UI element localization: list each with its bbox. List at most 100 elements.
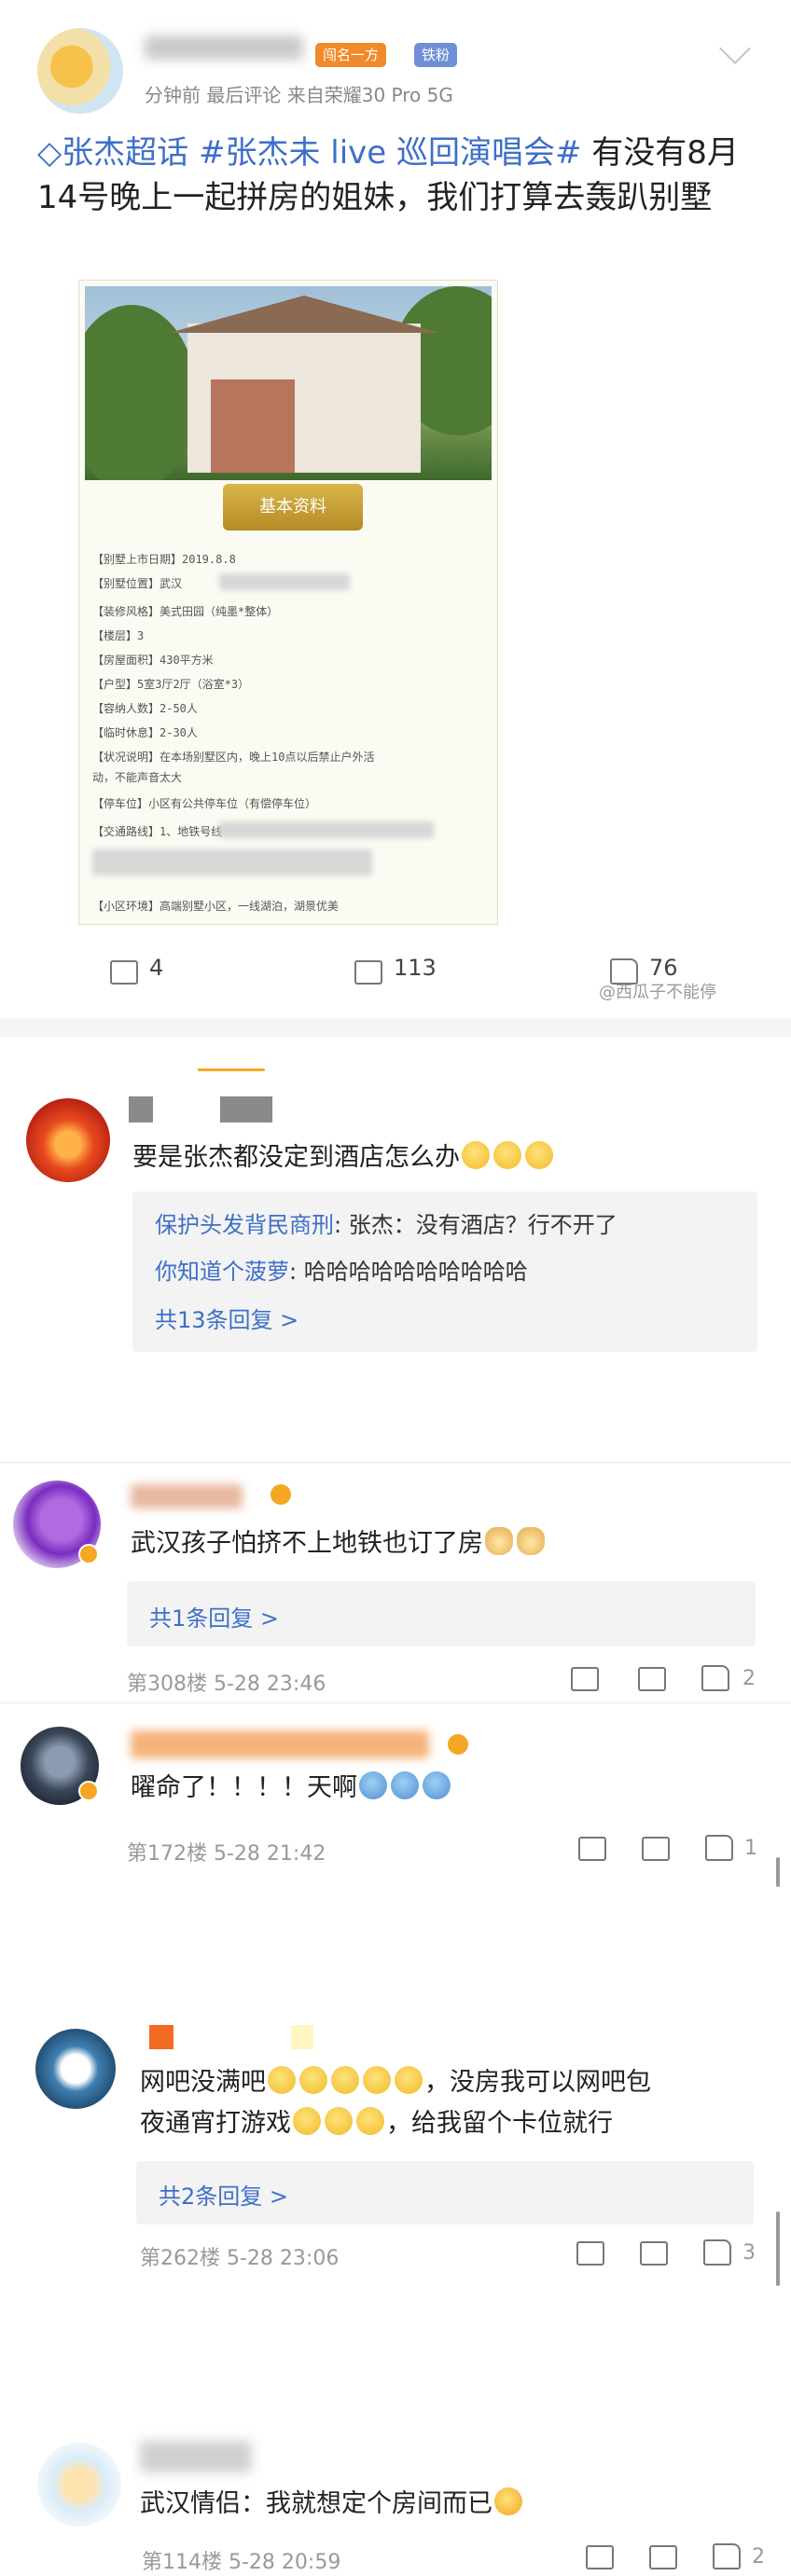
laugh-cry-emoji-icon (494, 2487, 522, 2515)
verified-badge-icon (78, 1781, 99, 1801)
emoji-icon (268, 2066, 296, 2094)
villa-info-line: 【装修风格】美式田园（纯墨*整体） (92, 605, 279, 618)
villa-roof (169, 296, 439, 333)
active-tab-indicator (198, 1068, 265, 1071)
share-icon[interactable] (576, 2241, 604, 2266)
cold-emoji-icon (391, 1771, 419, 1799)
watermark: @西瓜子不能停 (599, 983, 716, 1002)
comment-icon[interactable] (354, 960, 382, 985)
like-icon[interactable] (703, 2239, 731, 2266)
redacted-name-block (129, 1096, 153, 1123)
comment-meta: 第114楼 5-28 20:59 (142, 2551, 341, 2574)
doge-emoji-icon (517, 1527, 545, 1555)
commenter-avatar[interactable] (37, 2443, 121, 2527)
comment-count: 113 (394, 955, 437, 981)
emoji-icon (331, 2066, 359, 2094)
comment-icon[interactable] (640, 2241, 668, 2266)
villa-info-line: 【别墅位置】武汉 (92, 577, 183, 590)
divider (0, 1462, 791, 1463)
cold-emoji-icon (423, 1771, 451, 1799)
villa-info-line: 【状况说明】在本场别墅区内，晚上10点以后禁止户外活 (92, 751, 375, 764)
commenter-name[interactable] (140, 2441, 252, 2473)
comment-text: 曜命了！！！！天啊 (131, 1768, 452, 1809)
emoji-icon (293, 2107, 321, 2135)
view-replies-link[interactable]: 共13条回复 > (155, 1302, 298, 1334)
share-icon[interactable] (571, 1667, 599, 1691)
comment-text: 要是张杰都没定到酒店怎么办 (132, 1137, 555, 1178)
comment-text: 武汉情侣：我就想定个房间而已 (140, 2484, 524, 2525)
doge-emoji-icon (485, 1527, 513, 1555)
villa-info-line: 动，不能声音太大 (92, 771, 183, 784)
emoji-icon (462, 1141, 490, 1169)
section-divider (0, 1018, 791, 1037)
like-count: 2 (742, 1667, 756, 1690)
like-icon[interactable] (713, 2543, 741, 2569)
emoji-icon (525, 1141, 553, 1169)
reply-preview-box[interactable]: 共2条回复 > (136, 2161, 754, 2225)
like-icon[interactable] (701, 1665, 729, 1691)
verified-badge-icon (78, 1544, 99, 1564)
redacted-name-block (149, 2025, 173, 2049)
fan-crown-icon (448, 1734, 468, 1755)
villa-info-line: 【楼层】3 (92, 629, 145, 642)
commenter-avatar[interactable] (26, 1098, 110, 1182)
scrollbar[interactable] (776, 2211, 780, 2286)
fan-level-badge: 闯名一方 (315, 43, 387, 67)
villa-info-line: 【临时休息】2-30人 (92, 726, 198, 739)
redacted-name-block (220, 1096, 272, 1123)
divider (0, 1702, 791, 1703)
post-author-avatar[interactable] (37, 28, 123, 114)
comment-icon[interactable] (638, 1667, 666, 1691)
view-replies-link[interactable]: 共2条回复 > (159, 2178, 288, 2211)
view-replies-link[interactable]: 共1条回复 > (149, 1600, 279, 1632)
villa-photo (85, 286, 492, 480)
comment-meta: 第262楼 5-28 23:06 (140, 2247, 340, 2270)
comment-text: 网吧没满吧 ，没房我可以网吧包 夜通宵打游戏 ，给我留个卡位就行 (140, 2066, 651, 2138)
villa-info-line: 【停车位】小区有公共停车位（有偿停车位） (92, 797, 317, 810)
villa-info-line: 【小区环境】高端别墅小区，一线湖泊，湖景优美 (92, 900, 340, 913)
iron-fan-badge: 铁粉 (414, 43, 458, 67)
post-author-name[interactable] (145, 35, 303, 60)
villa-info-line: 【别墅上市日期】2019.8.8 (92, 553, 236, 566)
comment-text: 武汉孩子怕挤不上地铁也订了房 (131, 1523, 547, 1564)
post-body: ◇张杰超话 #张杰未 live 巡回演唱会# 有没有8月14号晚上一起拼房的姐妹… (37, 131, 756, 220)
fan-crown-icon (271, 1484, 291, 1505)
share-icon[interactable] (110, 960, 138, 985)
hashtag-link[interactable]: #张杰未 live 巡回演唱会# (199, 134, 582, 172)
emoji-icon (493, 1141, 521, 1169)
reply-item: 保护头发背民商刑: 张杰：没有酒店？行不开了 (155, 1212, 618, 1238)
commenter-name[interactable] (131, 1484, 243, 1508)
scrollbar[interactable] (776, 1857, 780, 1887)
share-icon[interactable] (578, 1837, 606, 1861)
comment-icon[interactable] (642, 1837, 670, 1861)
reply-author[interactable]: 你知道个菠萝 (155, 1259, 289, 1285)
post-meta: 分钟前 最后评论 来自荣耀30 Pro 5G (145, 84, 453, 106)
diamond-icon: ◇ (37, 134, 62, 172)
emoji-icon (363, 2066, 391, 2094)
reply-preview-box[interactable]: 共1条回复 > (127, 1581, 756, 1646)
like-count: 3 (742, 2241, 756, 2265)
chevron-down-icon[interactable] (719, 33, 751, 64)
share-icon[interactable] (586, 2545, 614, 2569)
commenter-avatar[interactable] (35, 2029, 116, 2109)
reply-item: 你知道个菠萝: 哈哈哈哈哈哈哈哈哈哈 (155, 1259, 528, 1285)
comment-meta: 第308楼 5-28 23:46 (127, 1673, 326, 1696)
villa-info-line: 【交通路线】1、地铁号线 (92, 825, 223, 838)
emoji-icon (356, 2107, 384, 2135)
reply-preview-box[interactable]: 保护头发背民商刑: 张杰：没有酒店？行不开了 你知道个菠萝: 哈哈哈哈哈哈哈哈哈… (132, 1192, 757, 1352)
redacted-name-block (291, 2025, 313, 2049)
reply-author[interactable]: 保护头发背民商刑 (155, 1212, 334, 1238)
comment-icon[interactable] (649, 2545, 677, 2569)
post-image-villa-info[interactable]: 基本资料 【别墅上市日期】2019.8.8 【别墅位置】武汉 【装修风格】美式田… (78, 280, 498, 925)
like-count: 76 (649, 955, 678, 981)
villa-door (211, 379, 295, 473)
cold-emoji-icon (359, 1771, 387, 1799)
super-topic-link[interactable]: ◇张杰超话 (37, 134, 199, 172)
villa-info-line: 【户型】5室3厅2厅（浴室*3） (92, 678, 250, 691)
like-count: 2 (752, 2545, 765, 2569)
commenter-name[interactable] (131, 1730, 429, 1758)
like-icon[interactable] (705, 1835, 733, 1861)
villa-info-line: 【房屋面积】430平方米 (92, 654, 214, 667)
emoji-icon (325, 2107, 353, 2135)
basic-info-button: 基本资料 (223, 484, 363, 530)
